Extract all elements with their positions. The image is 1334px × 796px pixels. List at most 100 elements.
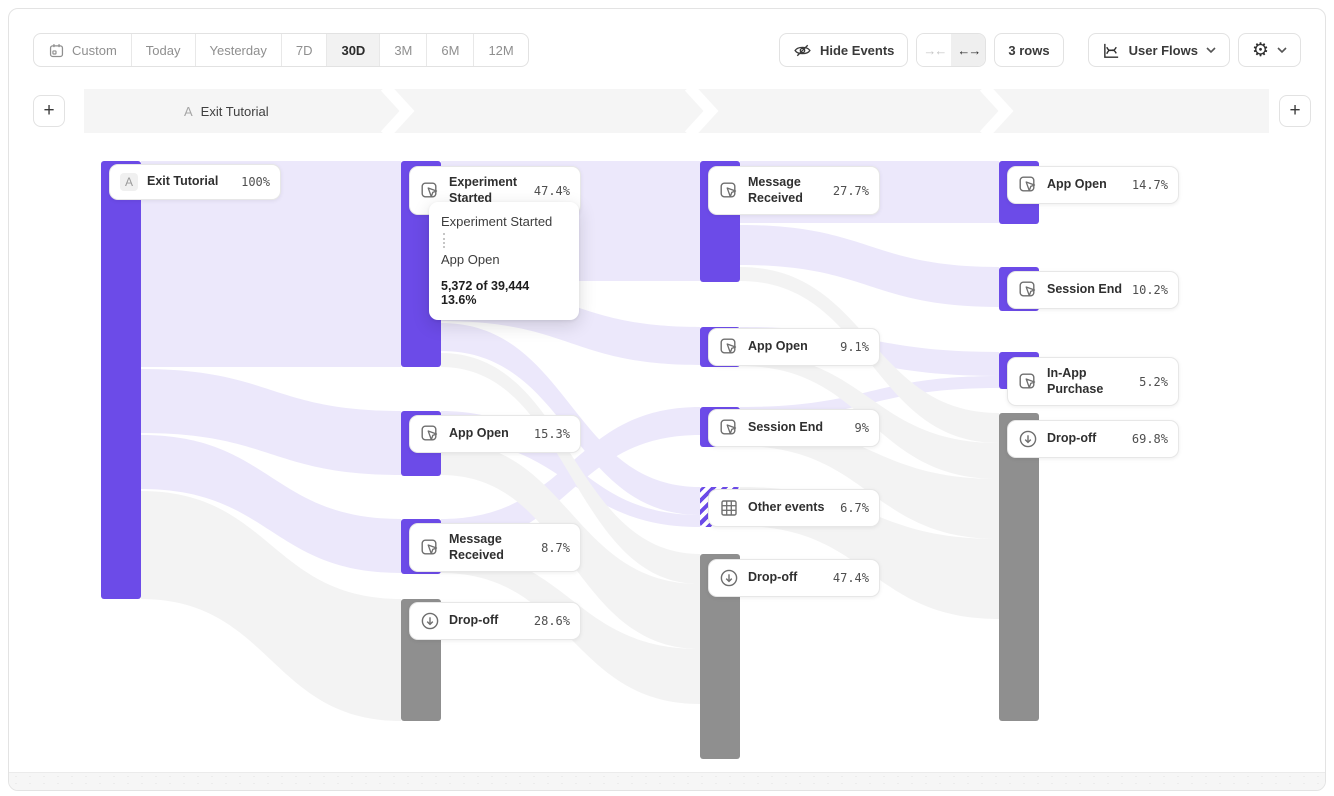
tooltip-from-event: Experiment Started: [441, 214, 567, 229]
node-card-other-events[interactable]: Other events 6.7%: [708, 489, 880, 527]
tooltip-stat: 5,372 of 39,444 13.6%: [441, 279, 567, 307]
node-percentage: 9.1%: [840, 340, 869, 354]
node-card-in-app-purchase[interactable]: In-App Purchase 5.2%: [1007, 357, 1179, 406]
other-events-grid-icon: [719, 498, 739, 518]
event-cursor-icon: [420, 538, 440, 558]
date-range-label: 3M: [394, 43, 412, 58]
event-cursor-icon: [719, 418, 739, 438]
node-card-exit-tutorial[interactable]: AExit Tutorial100%: [109, 164, 281, 200]
toolbar-right: Hide Events →← ←→ 3 rows User Flows: [779, 33, 1301, 67]
event-cursor-icon: [420, 181, 440, 201]
sankey-bar-drop-off[interactable]: [999, 413, 1039, 721]
add-step-left-button[interactable]: +: [33, 95, 65, 127]
event-cursor-icon: [1018, 175, 1038, 195]
add-step-right-button[interactable]: +: [1279, 95, 1311, 127]
node-label: Other events: [748, 500, 834, 516]
node-label: Drop-off: [748, 570, 827, 586]
node-card-app-open[interactable]: App Open 9.1%: [708, 328, 880, 366]
date-range-label: Today: [146, 43, 181, 58]
node-percentage: 15.3%: [534, 427, 570, 441]
node-label: Drop-off: [1047, 431, 1126, 447]
node-percentage: 5.2%: [1139, 375, 1168, 389]
user-flows-app: Custom Today Yesterday 7D 30D 3M 6M 12M Hide Ev…: [8, 8, 1326, 791]
footer-strip: [9, 772, 1325, 790]
node-percentage: 100%: [241, 175, 270, 189]
node-card-drop-off[interactable]: Drop-off 69.8%: [1007, 420, 1179, 458]
step-label[interactable]: A Exit Tutorial: [184, 89, 269, 133]
date-range-30d[interactable]: 30D: [327, 34, 380, 66]
date-range-7d[interactable]: 7D: [282, 34, 328, 66]
date-range-12m[interactable]: 12M: [474, 34, 527, 66]
calendar-icon: [48, 42, 65, 59]
node-card-app-open[interactable]: App Open 14.7%: [1007, 166, 1179, 204]
step-badge: A: [184, 104, 193, 119]
date-range-custom[interactable]: Custom: [34, 34, 132, 66]
drop-off-icon: [719, 568, 739, 588]
step-bar: A Exit Tutorial: [84, 89, 1269, 133]
node-card-app-open[interactable]: App Open 15.3%: [409, 415, 581, 453]
node-percentage: 69.8%: [1132, 432, 1168, 446]
node-percentage: 6.7%: [840, 501, 869, 515]
view-selector[interactable]: User Flows: [1088, 33, 1230, 67]
tooltip-connector: [443, 233, 445, 248]
event-cursor-icon: [420, 424, 440, 444]
event-cursor-icon: [719, 337, 739, 357]
event-cursor-icon: [719, 181, 739, 201]
node-label: App Open: [1047, 177, 1126, 193]
step-a-badge: A: [120, 173, 138, 191]
collapse-arrows-icon: →←: [923, 43, 945, 58]
expand-arrows-icon: ←→: [957, 43, 979, 58]
step-chevron-icon: [381, 89, 415, 133]
collapse-columns-button[interactable]: →←: [917, 34, 951, 66]
node-percentage: 47.4%: [534, 184, 570, 198]
node-percentage: 14.7%: [1132, 178, 1168, 192]
expand-columns-button[interactable]: ←→: [951, 34, 985, 66]
hide-events-label: Hide Events: [820, 43, 894, 58]
date-range-3m[interactable]: 3M: [380, 34, 427, 66]
date-range-label: 12M: [488, 43, 513, 58]
node-label: Session End: [1047, 282, 1126, 298]
node-percentage: 28.6%: [534, 614, 570, 628]
settings-menu-button[interactable]: ⚙: [1238, 33, 1301, 67]
tooltip-to-event: App Open: [441, 252, 567, 267]
rows-label: 3 rows: [1008, 43, 1049, 58]
node-percentage: 8.7%: [541, 541, 570, 555]
flow-tooltip: Experiment Started App Open 5,372 of 39,…: [429, 202, 579, 320]
node-card-drop-off[interactable]: Drop-off 28.6%: [409, 602, 581, 640]
event-cursor-icon: [1018, 280, 1038, 300]
event-cursor-icon: [1018, 372, 1038, 392]
node-card-session-end[interactable]: Session End9%: [708, 409, 880, 447]
node-percentage: 27.7%: [833, 184, 869, 198]
sankey-bar-exit-tutorial[interactable]: [101, 161, 141, 599]
eye-off-icon: [793, 41, 812, 60]
node-label: Drop-off: [449, 613, 528, 629]
node-label: In-App Purchase: [1047, 366, 1133, 397]
date-range-label: Yesterday: [210, 43, 267, 58]
gear-icon: ⚙: [1252, 41, 1269, 60]
date-range-label: 30D: [341, 43, 365, 58]
step-chevron-icon: [685, 89, 719, 133]
date-range-today[interactable]: Today: [132, 34, 196, 66]
hide-events-button[interactable]: Hide Events: [779, 33, 908, 67]
rows-button[interactable]: 3 rows: [994, 33, 1063, 67]
date-range-6m[interactable]: 6M: [427, 34, 474, 66]
node-label: App Open: [748, 339, 834, 355]
view-selector-label: User Flows: [1129, 43, 1198, 58]
node-card-drop-off[interactable]: Drop-off 47.4%: [708, 559, 880, 597]
user-flows-chart-icon: [1102, 41, 1121, 60]
date-range-label: 7D: [296, 43, 313, 58]
node-card-message-received[interactable]: Message Received27.7%: [708, 166, 880, 215]
width-toggle: →← ←→: [916, 33, 986, 67]
node-card-session-end[interactable]: Session End10.2%: [1007, 271, 1179, 309]
node-label: Session End: [748, 420, 849, 436]
node-percentage: 47.4%: [833, 571, 869, 585]
chevron-down-icon: [1277, 47, 1287, 54]
drop-off-icon: [420, 611, 440, 631]
flow-ribbon[interactable]: [740, 225, 999, 307]
date-range-yesterday[interactable]: Yesterday: [196, 34, 282, 66]
date-range-picker: Custom Today Yesterday 7D 30D 3M 6M 12M: [33, 33, 529, 67]
node-card-message-received[interactable]: Message Received8.7%: [409, 523, 581, 572]
node-label: App Open: [449, 426, 528, 442]
date-range-label: 6M: [441, 43, 459, 58]
toolbar: Custom Today Yesterday 7D 30D 3M 6M 12M Hide Ev…: [9, 9, 1325, 75]
